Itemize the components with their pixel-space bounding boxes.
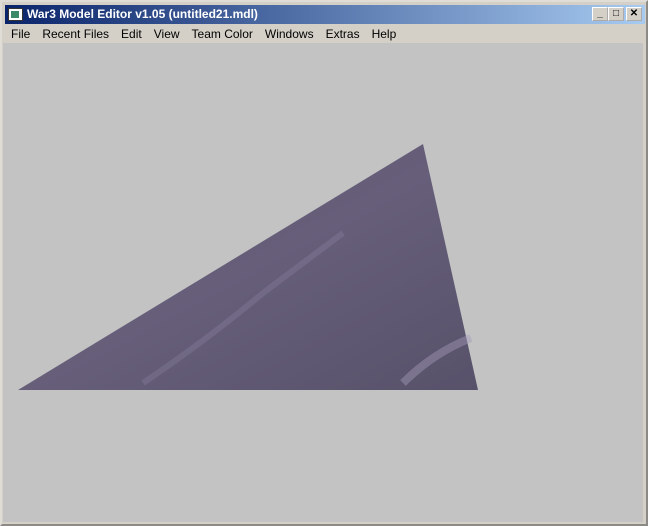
menu-windows[interactable]: Windows (259, 27, 320, 41)
maximize-button[interactable]: □ (608, 7, 624, 21)
title-bar[interactable]: War3 Model Editor v1.05 (untitled21.mdl)… (5, 5, 645, 24)
close-button[interactable]: ✕ (626, 7, 642, 21)
minimize-button[interactable]: _ (592, 7, 608, 21)
textured-triangle (18, 144, 478, 390)
menu-bar: File Recent Files Edit View Team Color W… (5, 24, 645, 44)
menu-help[interactable]: Help (366, 27, 403, 41)
menu-edit[interactable]: Edit (115, 27, 148, 41)
window-title: War3 Model Editor v1.05 (untitled21.mdl) (27, 7, 258, 21)
menu-recent-files[interactable]: Recent Files (36, 27, 115, 41)
menu-extras[interactable]: Extras (320, 27, 366, 41)
app-icon[interactable] (8, 8, 23, 21)
model-viewport[interactable] (3, 43, 643, 522)
viewport-canvas (18, 144, 478, 390)
menu-file[interactable]: File (5, 27, 36, 41)
menu-view[interactable]: View (148, 27, 186, 41)
menu-team-color[interactable]: Team Color (186, 27, 259, 41)
